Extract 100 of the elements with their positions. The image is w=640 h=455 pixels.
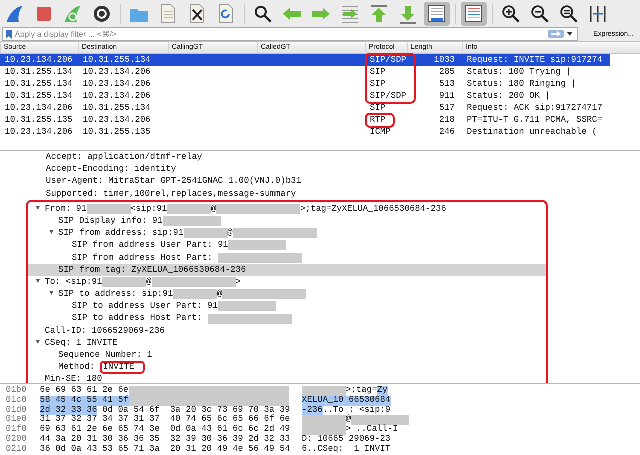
field-text: SIP from address: sip:91	[58, 227, 184, 240]
tree-row[interactable]: SIP Display info: 91	[28, 214, 546, 228]
packet-row[interactable]: 10.31.255.134 10.23.134.206 SIP 285 Status: 100 Trying |	[0, 66, 610, 78]
field-text: ..To : <sip:9	[322, 406, 391, 415]
hex-offset: 01f0	[5, 425, 28, 435]
redaction-block	[302, 425, 346, 436]
table-cell-text: SIP	[369, 102, 387, 114]
dropdown-caret-icon[interactable]	[566, 32, 573, 36]
filter-field[interactable]: Apply a display filter ... <⌘/>	[2, 27, 578, 41]
table-cell-text: 1033	[433, 54, 456, 66]
field-text: 36 0d 0a 43 53 65 71 3a 20 31 20 49 4e 56 49 54	[40, 444, 290, 455]
field-text: @	[211, 202, 216, 215]
striped-lines-button[interactable]	[461, 2, 487, 26]
scroll-button[interactable]	[424, 2, 450, 26]
field-text: SIP from tag: ZyXELUA_1066530684-236	[58, 264, 246, 276]
hex-offset: 0200	[5, 434, 28, 445]
tree-row[interactable]: Call-ID: 1066529069-236	[28, 324, 546, 337]
table-cell-text: 10.31.255.135	[82, 126, 152, 138]
redaction-block	[302, 386, 346, 396]
hex-offset: 01e0	[5, 415, 28, 424]
redaction-block	[302, 415, 346, 426]
packet-row[interactable]: 10.31.255.134 10.23.134.206 SIP/SDP 911 Status: 200 OK |	[0, 90, 610, 102]
table-cell-text: 513	[438, 78, 456, 90]
selected-bytes: 58 45 4c 55 41 5f	[40, 396, 129, 406]
field-text: SIP from address User Part: 91	[72, 239, 228, 252]
field-text: Accept-Encoding: identity	[46, 163, 176, 176]
field-text: 31 37 32 37 34 37 31 37 40 74 65 6c 65 66 6f 6e	[40, 415, 290, 424]
table-cell-text: Status: 200 OK |	[466, 90, 552, 102]
table-cell-text: 10.31.255.134	[4, 90, 74, 102]
field-text: 69 63 61 2e 6e 65 74 3e 0d 0a 43 61 6c 6c 2d 49	[40, 425, 290, 434]
field-text: User-Agent: MitraStar GPT-2541GNAC 1.00(VNJ.0)b31	[46, 175, 302, 188]
display-filter-field[interactable]: Apply a display filter ... <⌘/>	[15, 28, 545, 40]
table-cell-text: Request: INVITE sip:917274	[466, 54, 604, 66]
tree-row[interactable]: SIP from tag: ZyXELUA_1066530684-236	[28, 264, 546, 276]
bookmark-icon[interactable]	[6, 30, 12, 38]
table-cell-text: Request: ACK sip:917274717	[466, 102, 604, 114]
table-cell-text: Status: 180 Ringing |	[466, 78, 578, 90]
table-cell-text: PT=ITU-T G.711 PCMA, SSRC=	[466, 114, 604, 126]
zoom-reset-icon	[558, 2, 580, 24]
tree-row[interactable]: Accept-Encoding: identity	[0, 163, 640, 176]
tree-row[interactable]: Sequence Number: 1	[28, 349, 546, 362]
packet-row[interactable]: 10.31.255.134 10.23.134.206 SIP 513 Status: 180 Ringing |	[0, 78, 610, 90]
field-text: @	[346, 415, 352, 426]
selected-bytes: 2d 32 33 36	[40, 406, 98, 416]
table-cell-text: 10.23.134.206	[82, 78, 152, 90]
field-text: @	[146, 276, 152, 288]
table-cell-text: 517	[438, 102, 456, 114]
table-cell-text: 218	[438, 114, 456, 126]
selected-bytes: -236	[302, 406, 323, 416]
field-text: 6..CSeq: 1 INVIT	[302, 444, 391, 455]
tree-row[interactable]: SIP from address Host Part:	[28, 252, 546, 264]
field-text: 0d 0a 54 6f 3a 20 3c 73 69 70 3a 39	[102, 406, 290, 415]
annotated-text: INVITE	[100, 360, 144, 374]
field-text: SIP Display info: 91	[58, 214, 163, 228]
field-text: @	[228, 227, 233, 240]
table-cell-text: RTP	[369, 114, 387, 126]
table-cell-text: Status: 100 Trying |	[466, 66, 572, 78]
redaction-block	[351, 415, 410, 426]
packet-row[interactable]: 10.23.134.206 10.31.255.134 SIP/SDP 1033 Request: INVITE sip:917274	[0, 54, 610, 66]
tree-row[interactable]: Supported: timer,100rel,replaces,message-summary	[0, 188, 640, 200]
table-cell-text: ICMP	[369, 126, 392, 138]
redaction-block	[228, 240, 286, 250]
redaction-block	[173, 289, 218, 300]
redaction-block	[184, 228, 228, 238]
tree-row[interactable]: SIP from address User Part: 91	[28, 239, 546, 252]
table-cell-text: SIP	[369, 66, 387, 78]
table-cell-text: 246	[438, 126, 456, 138]
field-text: >	[236, 276, 241, 288]
field-text: Method:	[58, 361, 96, 374]
field-text: Min-SE: 180	[45, 373, 102, 383]
tree-row[interactable]: SIP to address User Part: 91	[28, 300, 546, 312]
table-cell-text: SIP/SDP	[369, 90, 407, 102]
selected-bytes: XELUA_10 66530684	[302, 396, 391, 406]
table-cell-text: SIP/SDP	[369, 54, 407, 66]
field-text: CSeq: 1 INVITE	[45, 336, 118, 350]
field-text: To: <sip:91	[45, 276, 102, 288]
field-text: From: 91	[45, 202, 87, 215]
field-text: Call-ID: 1066529069-236	[45, 324, 165, 337]
field-text: SIP to address User Part: 91	[72, 300, 218, 312]
field-text: @	[217, 288, 222, 300]
tree-row[interactable]: Min-SE: 180	[28, 373, 546, 383]
tree-row[interactable]: Method: INVITE	[28, 361, 546, 374]
field-text: >;tag=ZyXELUA_1066530684-236	[300, 202, 446, 215]
tree-row[interactable]: User-Agent: MitraStar GPT-2541GNAC 1.00(VNJ.0)b31	[0, 175, 640, 188]
redaction-block	[167, 204, 212, 214]
zoom-in-icon	[500, 2, 522, 24]
table-cell-text: 10.31.255.134	[82, 54, 152, 66]
tree-row[interactable]: Accept: application/dtmf-relay	[0, 151, 640, 164]
table-cell-text: SIP	[369, 78, 387, 90]
packet-row[interactable]: 10.31.255.135 10.23.134.206 RTP 218 PT=ITU-T G.711 PCMA, SSRC=	[0, 114, 610, 126]
table-cell-text: 285	[438, 66, 456, 78]
field-text: SIP from address Host Part:	[72, 252, 214, 264]
field-text: 44 3a 20 31 30 36 36 35 32 39 30 36 39 2d 32 33	[40, 434, 290, 444]
tree-row[interactable]: SIP to address Host Part:	[28, 312, 546, 325]
field-text: Accept: application/dtmf-relay	[46, 151, 202, 164]
table-cell-text: 10.23.134.206	[82, 66, 152, 78]
redaction-block	[218, 301, 276, 312]
packet-row[interactable]: 10.23.134.206 10.31.255.134 SIP 517 Request: ACK sip:917274717	[0, 102, 610, 114]
table-cell-text: 10.23.134.206	[4, 126, 74, 138]
packet-row[interactable]: 10.23.134.206 10.31.255.135 ICMP 246 Destination unreachable (	[0, 126, 610, 138]
